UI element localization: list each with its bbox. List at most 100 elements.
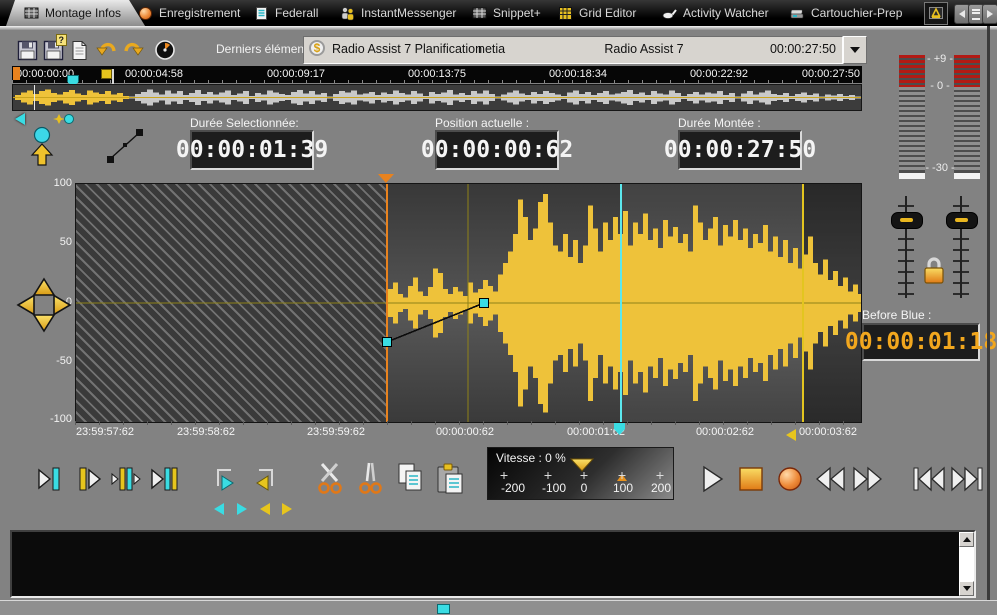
chevron-down-icon — [850, 47, 860, 53]
log-textarea[interactable] — [10, 530, 976, 598]
alarm-bell-icon — [929, 7, 943, 21]
undo-button[interactable] — [94, 37, 120, 63]
play-to-mark-icon — [36, 464, 66, 494]
speed-control[interactable]: Vitesse : 0 % -200 -100 0 100 200 — [487, 447, 674, 500]
back-button[interactable] — [15, 113, 25, 125]
nudge-mark-in-left-button[interactable] — [214, 503, 224, 515]
yellow-flag-marker[interactable] — [112, 69, 114, 85]
tab-scroll-right-button[interactable] — [982, 4, 997, 24]
window-right-edge — [987, 26, 990, 600]
scrollbar-down-button[interactable] — [959, 581, 974, 596]
split-button[interactable] — [356, 461, 384, 502]
play-button[interactable] — [699, 464, 725, 499]
play-from-mark-button[interactable] — [76, 464, 106, 499]
play-around-marks-button[interactable] — [110, 464, 142, 499]
grid-icon — [24, 6, 39, 21]
overview-position-line — [34, 85, 35, 110]
fade-editor-button[interactable] — [106, 128, 144, 169]
tab-instantmessenger[interactable]: InstantMessenger — [340, 0, 456, 26]
record-button[interactable] — [775, 464, 805, 499]
save-button[interactable] — [14, 37, 40, 63]
status-bar — [0, 600, 997, 615]
element-title: Radio Assist 7 Planification — [332, 42, 482, 56]
main-waveform-svg — [76, 184, 861, 422]
meter-label-plus9: - +9 - — [925, 53, 955, 65]
set-mark-out-button[interactable] — [250, 464, 280, 499]
current-position-value: 00:00:00:62 — [421, 137, 573, 163]
nudge-mark-in-right-button[interactable] — [237, 503, 247, 515]
tab-label: Enregistrement — [159, 6, 240, 20]
speaker-marker-button[interactable] — [28, 126, 56, 171]
y-axis-label: 50 — [30, 236, 72, 248]
goto-start-button[interactable] — [911, 464, 947, 499]
copy-button[interactable] — [396, 462, 426, 501]
tab-federall[interactable]: Federall — [254, 0, 318, 26]
document-icon — [254, 6, 269, 21]
new-document-button[interactable] — [66, 37, 92, 63]
scroll-pad[interactable] — [14, 275, 74, 340]
set-mark-in-button[interactable] — [210, 464, 240, 499]
dropdown-arrow-button[interactable] — [843, 36, 867, 64]
element-name: Radio Assist 7 — [554, 42, 734, 56]
log-scrollbar[interactable] — [959, 532, 974, 596]
person-up-icon — [28, 126, 56, 166]
last-elements-dropdown[interactable]: $ Radio Assist 7 Planification netia Rad… — [303, 36, 843, 64]
waveform-editor[interactable] — [75, 183, 862, 423]
start-marker[interactable] — [13, 67, 20, 80]
goto-end-button[interactable] — [949, 464, 985, 499]
edit-point-top-marker[interactable] — [378, 174, 394, 183]
link-lock-button[interactable] — [921, 254, 947, 293]
tab-cartouchier-prep[interactable]: Cartouchier-Prep — [790, 0, 902, 26]
fade-handle-start[interactable] — [382, 337, 392, 347]
speed-scale-label: 200 — [651, 481, 671, 495]
tab-snippet[interactable]: Snippet+ — [472, 0, 541, 26]
tab-activity-watcher[interactable]: Activity Watcher — [662, 0, 769, 26]
record-ball-icon — [138, 6, 153, 21]
nudge-mark-out-left-button[interactable] — [260, 503, 270, 515]
before-blue-label: Before Blue : — [862, 308, 931, 322]
overview-waveform[interactable] — [12, 84, 862, 111]
tab-label: Snippet+ — [493, 6, 541, 20]
people-icon — [340, 6, 355, 21]
scissors-closed-icon — [356, 461, 384, 497]
rewind-button[interactable] — [813, 464, 847, 499]
save-as-button[interactable]: ? — [40, 37, 66, 63]
current-position-label: Position actuelle : — [435, 116, 529, 130]
alarm-button[interactable] — [924, 2, 948, 25]
paste-button[interactable] — [434, 462, 464, 501]
goto-selection-start-button[interactable] — [36, 464, 66, 499]
tab-enregistrement[interactable]: Enregistrement — [138, 0, 240, 26]
y-axis-label: -100 — [30, 413, 72, 425]
fast-forward-button[interactable] — [851, 464, 885, 499]
mark-in-icon — [210, 464, 240, 494]
marker-pair-icon — [52, 113, 76, 125]
play-to-both-marks-icon — [150, 464, 180, 494]
down-arrow-icon — [963, 586, 971, 591]
speed-scale-label: 0 — [581, 481, 588, 495]
ruler-label: 00:00:04:58 — [125, 68, 183, 80]
cut-button[interactable] — [315, 461, 345, 502]
scrollbar-up-button[interactable] — [959, 532, 974, 547]
overview-ruler[interactable]: 00:00:00:00 00:00:04:58 00:00:09:17 00:0… — [12, 66, 862, 83]
status-handle[interactable] — [437, 604, 450, 614]
right-arrow-icon — [987, 10, 993, 18]
fade-handle-end[interactable] — [479, 298, 489, 308]
timer-button[interactable] — [152, 37, 178, 63]
speed-pointer-icon[interactable] — [570, 458, 594, 472]
nudge-mark-out-right-button[interactable] — [282, 503, 292, 515]
redo-button[interactable] — [120, 37, 146, 63]
element-duration: 00:00:27:50 — [770, 42, 836, 56]
gain-slider-left-handle[interactable] — [891, 212, 923, 229]
tab-label: Cartouchier-Prep — [811, 6, 902, 20]
gain-slider-right-handle[interactable] — [946, 212, 978, 229]
tab-grid-editor[interactable]: Grid Editor — [558, 0, 636, 26]
speed-scale-label: -200 — [501, 481, 525, 495]
stop-button[interactable] — [736, 464, 766, 499]
yellow-axis-marker[interactable] — [786, 429, 796, 441]
play-to-marks-button[interactable] — [150, 464, 180, 499]
montage-duration-label: Durée Montée : — [678, 116, 761, 130]
tab-montage-infos[interactable]: Montage Infos — [6, 0, 145, 26]
element-source: netia — [478, 42, 505, 56]
stop-icon — [736, 464, 766, 494]
up-arrow-icon — [963, 537, 971, 542]
